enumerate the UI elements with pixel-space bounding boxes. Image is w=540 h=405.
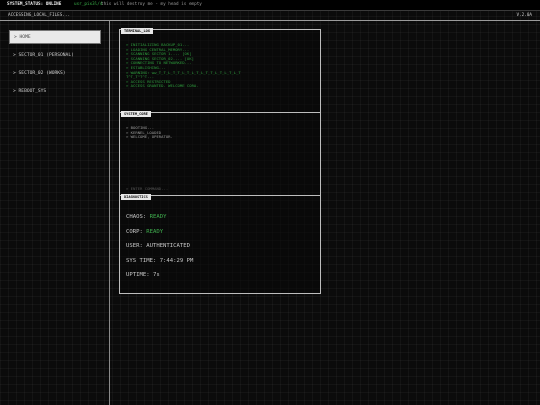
diagnostics-title: DIAGNOSTICS	[121, 194, 151, 200]
accessing-files-text: ACCESSING_LOCAL_FILES...	[8, 13, 71, 18]
diag-corp-value: READY	[146, 229, 164, 235]
sub-header-bar: ACCESSING_LOCAL_FILES... V.2.0A	[0, 11, 540, 21]
version-label: V.2.0A	[516, 13, 532, 18]
system-status-text: SYSTEM_STATUS: ONLINE	[7, 2, 62, 7]
terminal-log-lines: > INITIALIZING BACKUP_01... > LOADING CE…	[126, 43, 316, 89]
sidebar-item-sector-01[interactable]: > SECTOR_01 (PERSONAL)	[9, 49, 101, 63]
command-input[interactable]: > ENTER COMMAND...	[126, 186, 168, 191]
core-line: > WELCOME, OPERATOR.	[126, 135, 173, 140]
diag-corp-label: CORP:	[126, 229, 143, 235]
sidebar-item-reboot-sys[interactable]: > REBOOT_SYS	[9, 85, 101, 99]
diag-uptime-row: UPTIME: 7s	[126, 272, 160, 278]
terminal-log-title: TERMINAL_LOG	[121, 28, 153, 34]
sidebar: > HOME > SECTOR_01 (PERSONAL) > SECTOR_0…	[0, 21, 110, 405]
system-core-lines: > BOOTING... > KERNEL_LOADED > WELCOME, …	[126, 126, 316, 140]
diag-chaos-label: CHAOS:	[126, 214, 147, 220]
top-status-bar: SYSTEM_STATUS: ONLINE usr_pix3l/4 this w…	[0, 0, 540, 11]
log-line: > ACCESS GRANTED. WELCOME CORA.	[126, 84, 199, 89]
sidebar-item-home[interactable]: > HOME	[9, 30, 101, 44]
diag-uptime-value: 7s	[152, 272, 160, 278]
system-core-title: SYSTEM_CORE	[121, 111, 151, 117]
system-core-panel: SYSTEM_CORE > BOOTING... > KERNEL_LOADED…	[119, 111, 321, 196]
diag-uptime-label: UPTIME:	[126, 272, 150, 278]
diag-user-label: USER:	[126, 243, 143, 249]
diag-user-value: AUTHENTICATED	[146, 243, 190, 249]
diag-corp-row: CORP: READY	[126, 229, 163, 235]
diag-sys-time-row: SYS TIME: 7:44:29 PM	[126, 258, 193, 264]
status-message-text: this will destroy me - my head is empty	[101, 2, 202, 7]
diag-sys-time-value: 7:44:29 PM	[159, 258, 194, 264]
diag-sys-time-label: SYS TIME:	[126, 258, 157, 264]
terminal-log-panel: TERMINAL_LOG > INITIALIZING BACKUP_01...…	[119, 28, 321, 113]
sidebar-item-sector-02[interactable]: > SECTOR_02 (WORKS)	[9, 67, 101, 81]
user-id-text: usr_pix3l/4	[74, 2, 103, 7]
diag-chaos-value: READY	[149, 214, 167, 220]
diag-chaos-row: CHAOS: READY	[126, 214, 166, 220]
diagnostics-panel: DIAGNOSTICS CHAOS: READY CORP: READY USE…	[119, 194, 321, 294]
diag-user-row: USER: AUTHENTICATED	[126, 243, 190, 249]
